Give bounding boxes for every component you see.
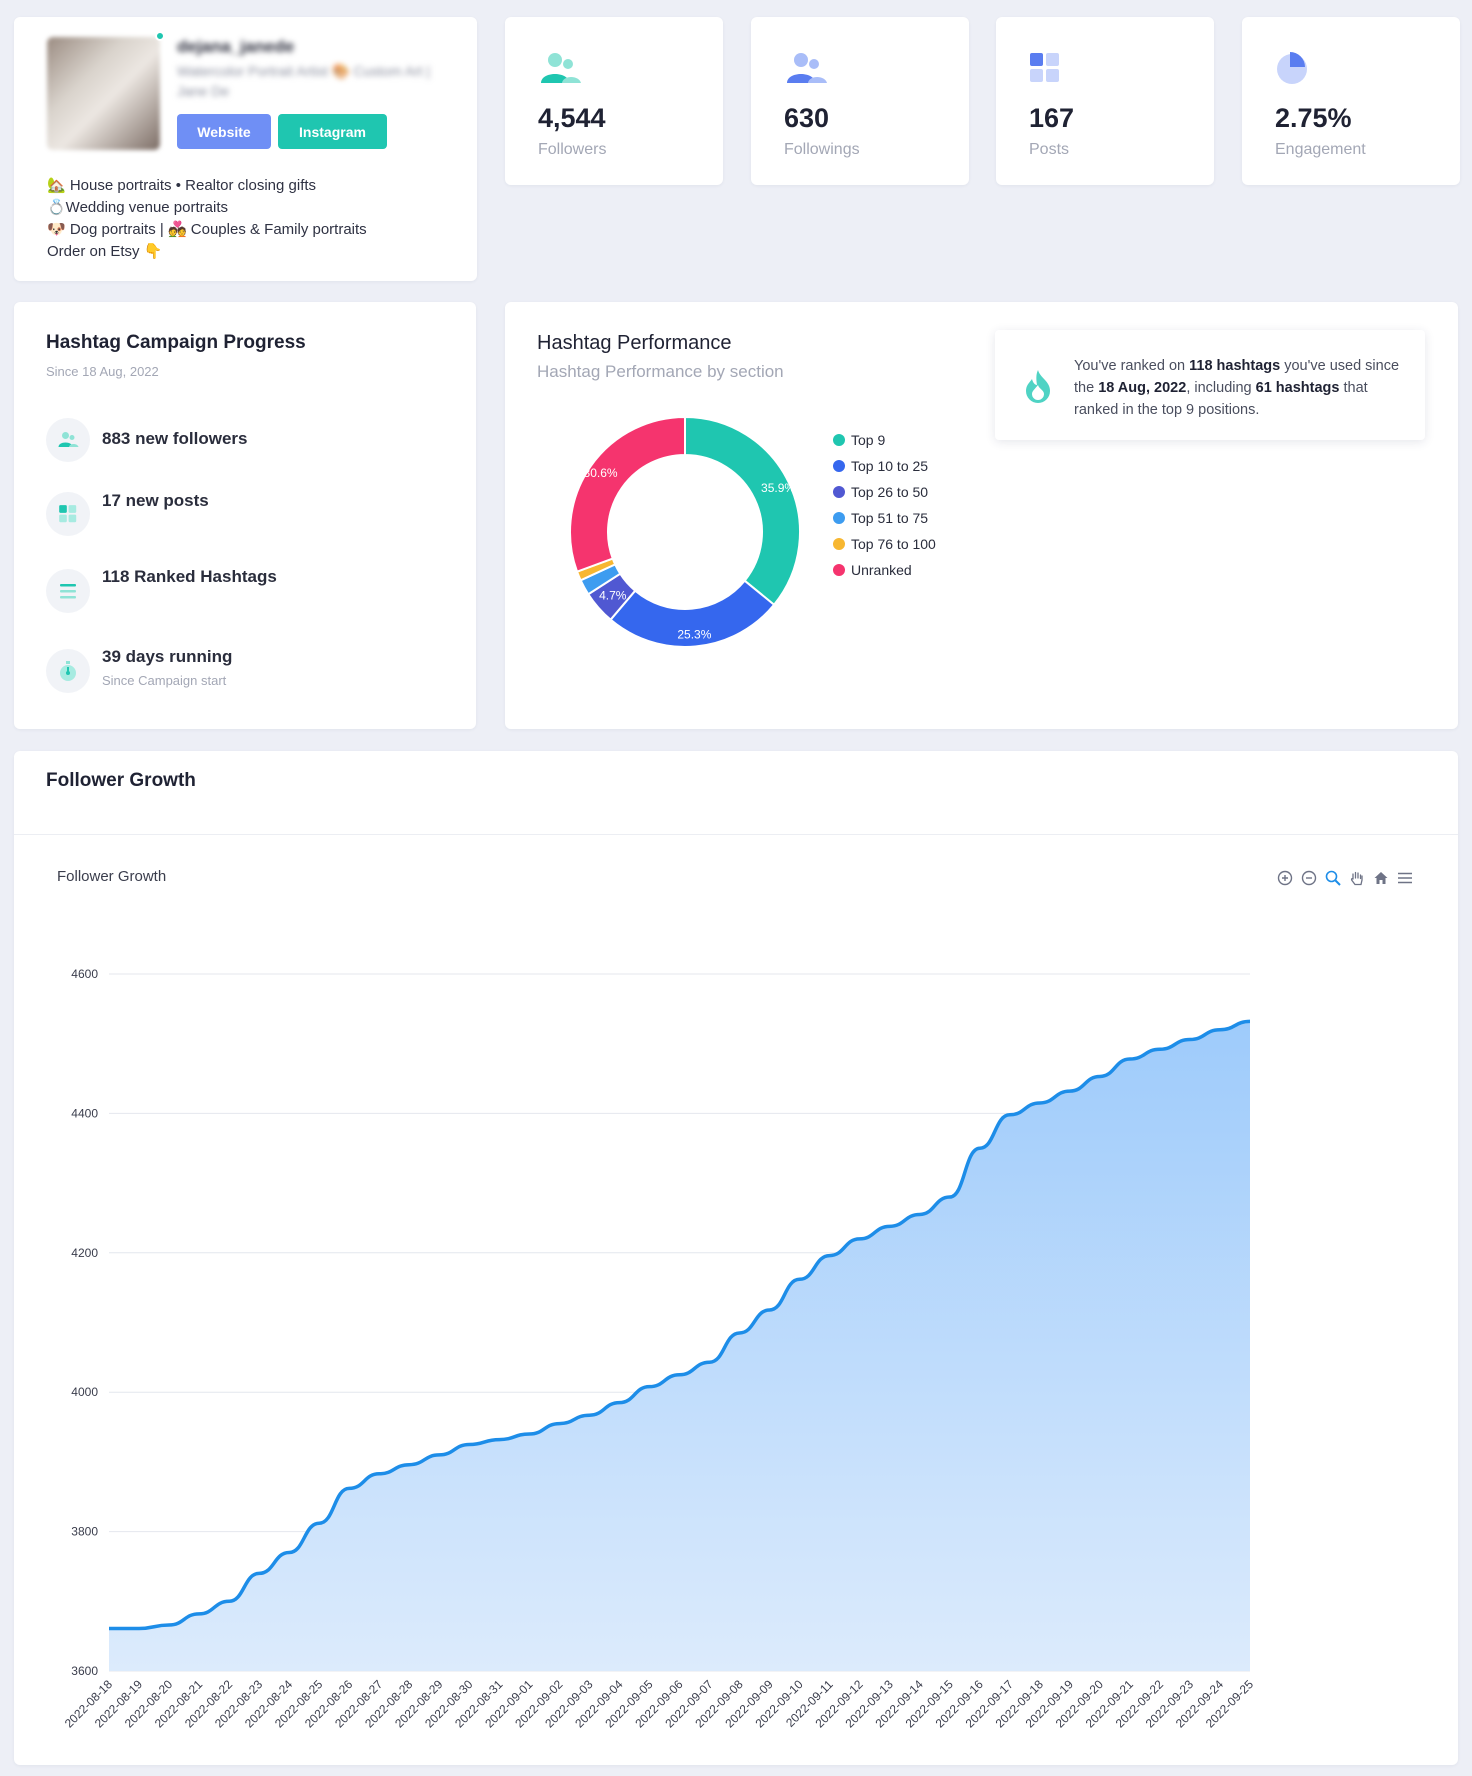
- donut-slice[interactable]: [569, 415, 686, 573]
- campaign-title: Hashtag Campaign Progress: [46, 332, 306, 353]
- posts-stat-card: 167 Posts: [996, 17, 1214, 185]
- zoom-selection-icon[interactable]: [1324, 869, 1342, 887]
- online-indicator: [155, 31, 165, 41]
- campaign-since: Since 18 Aug, 2022: [46, 364, 159, 379]
- follower-growth-heading: Follower Growth: [46, 770, 196, 791]
- bio-line: 🏡 House portraits • Realtor closing gift…: [47, 177, 317, 194]
- followers-count: 4,544: [538, 103, 606, 133]
- donut-slice-label: 30.6%: [584, 466, 618, 480]
- y-tick-label: 4000: [71, 1385, 98, 1399]
- followings-count: 630: [784, 103, 830, 133]
- legend-swatch: [833, 564, 845, 576]
- y-tick-label: 4400: [71, 1106, 98, 1120]
- legend-item[interactable]: Top 9: [833, 427, 936, 453]
- legend-swatch: [833, 460, 845, 472]
- y-tick-label: 4200: [71, 1246, 98, 1260]
- days-running-text: 39 days running: [102, 647, 233, 666]
- menu-icon[interactable]: [1396, 869, 1414, 887]
- legend-label: Top 51 to 75: [851, 510, 929, 526]
- profile-username: dejana_janede: [177, 37, 295, 56]
- performance-title: Hashtag Performance: [537, 332, 732, 354]
- engagement-label: Engagement: [1275, 141, 1366, 158]
- campaign-row-followers: 883 new followers: [46, 418, 446, 464]
- profile-bio-blurred: Watercolor Portrait Artist 🎨 Custom Art …: [177, 63, 431, 99]
- legend-item[interactable]: Top 26 to 50: [833, 479, 936, 505]
- profile-bio: 🏡 House portraits • Realtor closing gift…: [47, 175, 367, 263]
- avatar[interactable]: [47, 37, 160, 150]
- users-icon: [46, 418, 90, 462]
- bio-line: Order on Etsy 👇: [47, 243, 163, 260]
- chart-toolbar: [1276, 869, 1414, 887]
- y-tick-label: 4600: [71, 967, 98, 981]
- website-button[interactable]: Website: [177, 114, 271, 149]
- new-posts-text: 17 new posts: [102, 491, 209, 510]
- followings-label: Followings: [784, 141, 860, 158]
- donut-slice-label: 35.9%: [761, 481, 795, 495]
- home-reset-icon[interactable]: [1372, 869, 1390, 887]
- days-running-sub: Since Campaign start: [102, 673, 227, 688]
- profile-card: dejana_janede Watercolor Portrait Artist…: [14, 17, 477, 281]
- ranking-notice: You've ranked on 118 hashtags you've use…: [995, 330, 1425, 440]
- followings-stat-card: 630 Followings: [751, 17, 969, 185]
- legend-swatch: [833, 512, 845, 524]
- instagram-button[interactable]: Instagram: [278, 114, 387, 149]
- engagement-rate: 2.75%: [1275, 103, 1352, 133]
- hashtag-performance-card: Hashtag Performance Hashtag Performance …: [505, 302, 1458, 729]
- legend-swatch: [833, 538, 845, 550]
- donut-slice-label: 4.7%: [599, 588, 627, 602]
- pan-hand-icon[interactable]: [1348, 869, 1366, 887]
- posts-count: 167: [1029, 103, 1075, 133]
- followers-stat-card: 4,544 Followers: [505, 17, 723, 185]
- chart-title: Follower Growth: [57, 868, 167, 885]
- pie-icon: [1277, 52, 1307, 84]
- area-fill: [109, 1021, 1250, 1671]
- legend-item[interactable]: Top 76 to 100: [833, 531, 936, 557]
- campaign-row-days: 39 days running Since Campaign start: [46, 647, 446, 709]
- performance-subtitle: Hashtag Performance by section: [537, 362, 784, 381]
- legend-label: Top 26 to 50: [851, 484, 929, 500]
- legend-label: Top 9: [851, 432, 886, 448]
- campaign-row-posts: 17 new posts: [46, 491, 446, 538]
- engagement-stat-card: 2.75% Engagement: [1242, 17, 1460, 185]
- legend-swatch: [833, 486, 845, 498]
- divider: [14, 834, 1458, 835]
- legend-item[interactable]: Top 51 to 75: [833, 505, 936, 531]
- donut-slice[interactable]: [684, 415, 801, 607]
- legend-item[interactable]: Unranked: [833, 557, 936, 583]
- ranked-hashtags-text: 118 Ranked Hashtags: [102, 567, 277, 586]
- grid-icon: [46, 492, 90, 536]
- donut-slice-label: 25.3%: [677, 628, 711, 642]
- followers-label: Followers: [538, 141, 607, 158]
- follower-growth-card: Follower Growth Follower Growth 3600 3800…: [14, 751, 1458, 1765]
- legend-swatch: [833, 434, 845, 446]
- users-icon: [787, 53, 827, 83]
- new-followers-text: 883 new followers: [102, 429, 248, 448]
- posts-label: Posts: [1029, 141, 1070, 158]
- donut-legend: Top 9 Top 10 to 25 Top 26 to 50 Top 51 to 7…: [833, 427, 936, 583]
- ranked-hashtags-count: 118 hashtags: [1189, 358, 1281, 374]
- hashtag-donut-chart: 35.9% 25.3% 4.7% 30.6%: [569, 415, 801, 648]
- bio-line: 🐶 Dog portraits | 💑 Couples & Family por…: [47, 221, 367, 238]
- follower-growth-area-chart: 3600380040004200440046002022-08-182022-0…: [62, 967, 1257, 1731]
- top-hashtags-count: 61 hashtags: [1255, 380, 1340, 396]
- zoom-in-icon[interactable]: [1276, 869, 1294, 887]
- list-icon: [46, 569, 90, 613]
- zoom-out-icon[interactable]: [1300, 869, 1318, 887]
- legend-label: Top 76 to 100: [851, 536, 936, 552]
- campaign-progress-card: Hashtag Campaign Progress Since 18 Aug, …: [14, 302, 476, 729]
- legend-label: Unranked: [851, 562, 912, 578]
- bio-line: 💍Wedding venue portraits: [47, 199, 228, 216]
- fire-icon: [1026, 370, 1050, 403]
- y-tick-label: 3800: [71, 1525, 98, 1539]
- grid-icon: [1030, 53, 1059, 82]
- y-tick-label: 3600: [71, 1664, 98, 1678]
- since-date: 18 Aug, 2022: [1098, 380, 1187, 396]
- stopwatch-icon: [46, 649, 90, 693]
- ranking-message: You've ranked on 118 hashtags you've use…: [1074, 358, 1400, 418]
- legend-label: Top 10 to 25: [851, 458, 929, 474]
- users-icon: [541, 53, 581, 83]
- legend-item[interactable]: Top 10 to 25: [833, 453, 936, 479]
- campaign-row-hashtags: 118 Ranked Hashtags: [46, 567, 446, 615]
